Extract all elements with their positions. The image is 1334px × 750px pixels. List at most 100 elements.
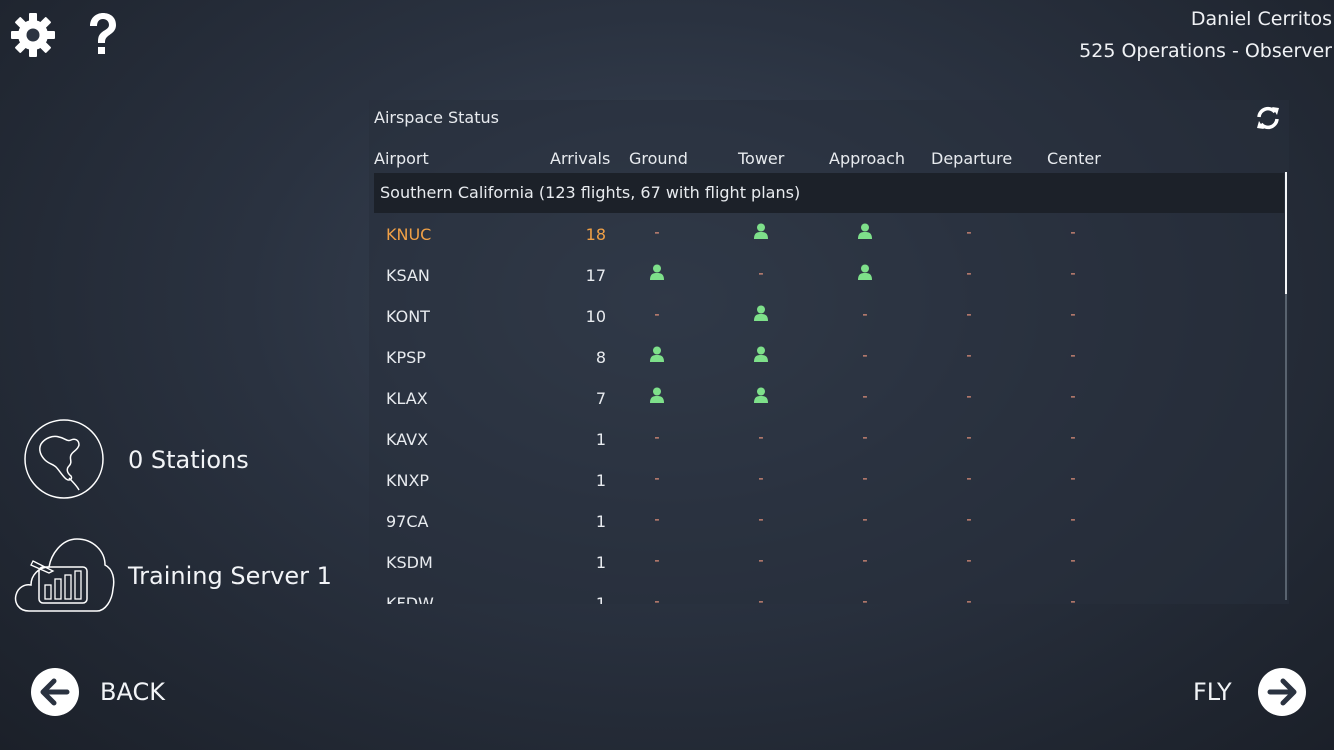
arrivals-count: 1 [595,512,606,531]
departure-status: - [966,387,972,405]
departure-status: - [966,305,972,323]
departure-status: - [966,346,972,364]
ground-status: - [654,428,660,446]
column-header-departure[interactable]: Departure [931,149,1012,168]
arrivals-count: 18 [585,225,606,244]
column-header-ground[interactable]: Ground [629,149,688,168]
column-header-airport[interactable]: Airport [374,149,429,168]
tower-status: - [758,428,764,446]
center-status: - [1070,346,1076,364]
ground-status: - [654,551,660,569]
cloud-server-icon[interactable] [13,537,115,613]
center-status: - [1070,305,1076,323]
airport-code: KAVX [386,430,429,449]
approach-status: - [862,551,868,569]
airport-row[interactable]: KLAX 7 - - - [369,377,1284,418]
back-arrow-icon[interactable] [30,667,80,717]
departure-status: - [966,428,972,446]
airport-code: KSDM [386,553,433,572]
departure-status: - [966,592,972,604]
tower-controller-icon [746,223,776,239]
departure-status: - [966,551,972,569]
column-header-center[interactable]: Center [1047,149,1101,168]
tower-status: - [758,551,764,569]
tower-controller-icon [746,305,776,321]
ground-status: - [654,305,660,323]
arrivals-count: 8 [595,348,606,367]
airport-code: KPSP [386,348,426,367]
gear-icon[interactable] [10,12,56,58]
column-header-approach[interactable]: Approach [829,149,905,168]
fly-button[interactable]: FLY [1193,678,1232,706]
ground-controller-icon [642,264,672,280]
airport-code: KONT [386,307,430,326]
approach-status: - [862,346,868,364]
airspace-status-panel: Airspace Status Airport Arrivals Ground … [369,100,1289,604]
user-name: Daniel Cerritos [1190,8,1332,30]
airport-row[interactable]: 97CA 1 - - - - - [369,500,1284,541]
column-header-arrivals[interactable]: Arrivals [550,149,610,168]
stations-count: 0 Stations [128,446,249,474]
tower-status: - [758,469,764,487]
approach-status: - [862,387,868,405]
approach-status: - [862,469,868,487]
approach-controller-icon [850,264,880,280]
column-header-tower[interactable]: Tower [738,149,784,168]
arrivals-count: 1 [595,430,606,449]
forward-arrow-icon[interactable] [1257,667,1307,717]
ground-status: - [654,592,660,604]
center-status: - [1070,469,1076,487]
airport-row[interactable]: KPSP 8 - - - [369,336,1284,377]
departure-status: - [966,264,972,282]
approach-status: - [862,592,868,604]
airport-row[interactable]: KSDM 1 - - - - - [369,541,1284,582]
departure-status: - [966,469,972,487]
airport-code: 97CA [386,512,429,531]
arrivals-count: 1 [595,594,606,604]
approach-status: - [862,305,868,323]
refresh-icon[interactable] [1255,105,1281,131]
scrollbar-thumb[interactable] [1285,172,1287,294]
question-mark-icon[interactable] [84,12,120,58]
center-status: - [1070,592,1076,604]
airport-row[interactable]: KNUC 18 - - - [369,213,1284,254]
airport-code: KLAX [386,389,428,408]
approach-status: - [862,428,868,446]
panel-title: Airspace Status [374,108,499,127]
airport-code: KNXP [386,471,430,490]
center-status: - [1070,223,1076,241]
globe-icon[interactable] [23,418,105,500]
center-status: - [1070,551,1076,569]
back-button[interactable]: BACK [100,678,165,706]
ground-status: - [654,469,660,487]
tower-controller-icon [746,387,776,403]
tower-status: - [758,264,764,282]
airport-row[interactable]: KONT 10 - - - - [369,295,1284,336]
user-role: 525 Operations - Observer [1079,40,1332,62]
tower-controller-icon [746,346,776,362]
region-header[interactable]: Southern California (123 flights, 67 wit… [374,173,1284,213]
ground-status: - [654,510,660,528]
arrivals-count: 1 [595,553,606,572]
arrivals-count: 17 [585,266,606,285]
center-status: - [1070,264,1076,282]
airport-code: KNUC [386,225,432,244]
departure-status: - [966,223,972,241]
approach-controller-icon [850,223,880,239]
ground-controller-icon [642,387,672,403]
airport-code: KFDW [386,594,434,604]
center-status: - [1070,428,1076,446]
airport-row[interactable]: KAVX 1 - - - - - [369,418,1284,459]
airport-code: KSAN [386,266,430,285]
approach-status: - [862,510,868,528]
airport-row[interactable]: KSAN 17 - - - [369,254,1284,295]
ground-status: - [654,223,660,241]
airport-row[interactable]: KNXP 1 - - - - - [369,459,1284,500]
arrivals-count: 7 [595,389,606,408]
tower-status: - [758,510,764,528]
tower-status: - [758,592,764,604]
arrivals-count: 10 [585,307,606,326]
airport-row[interactable]: KFDW 1 - - - - - [369,582,1284,604]
center-status: - [1070,510,1076,528]
departure-status: - [966,510,972,528]
